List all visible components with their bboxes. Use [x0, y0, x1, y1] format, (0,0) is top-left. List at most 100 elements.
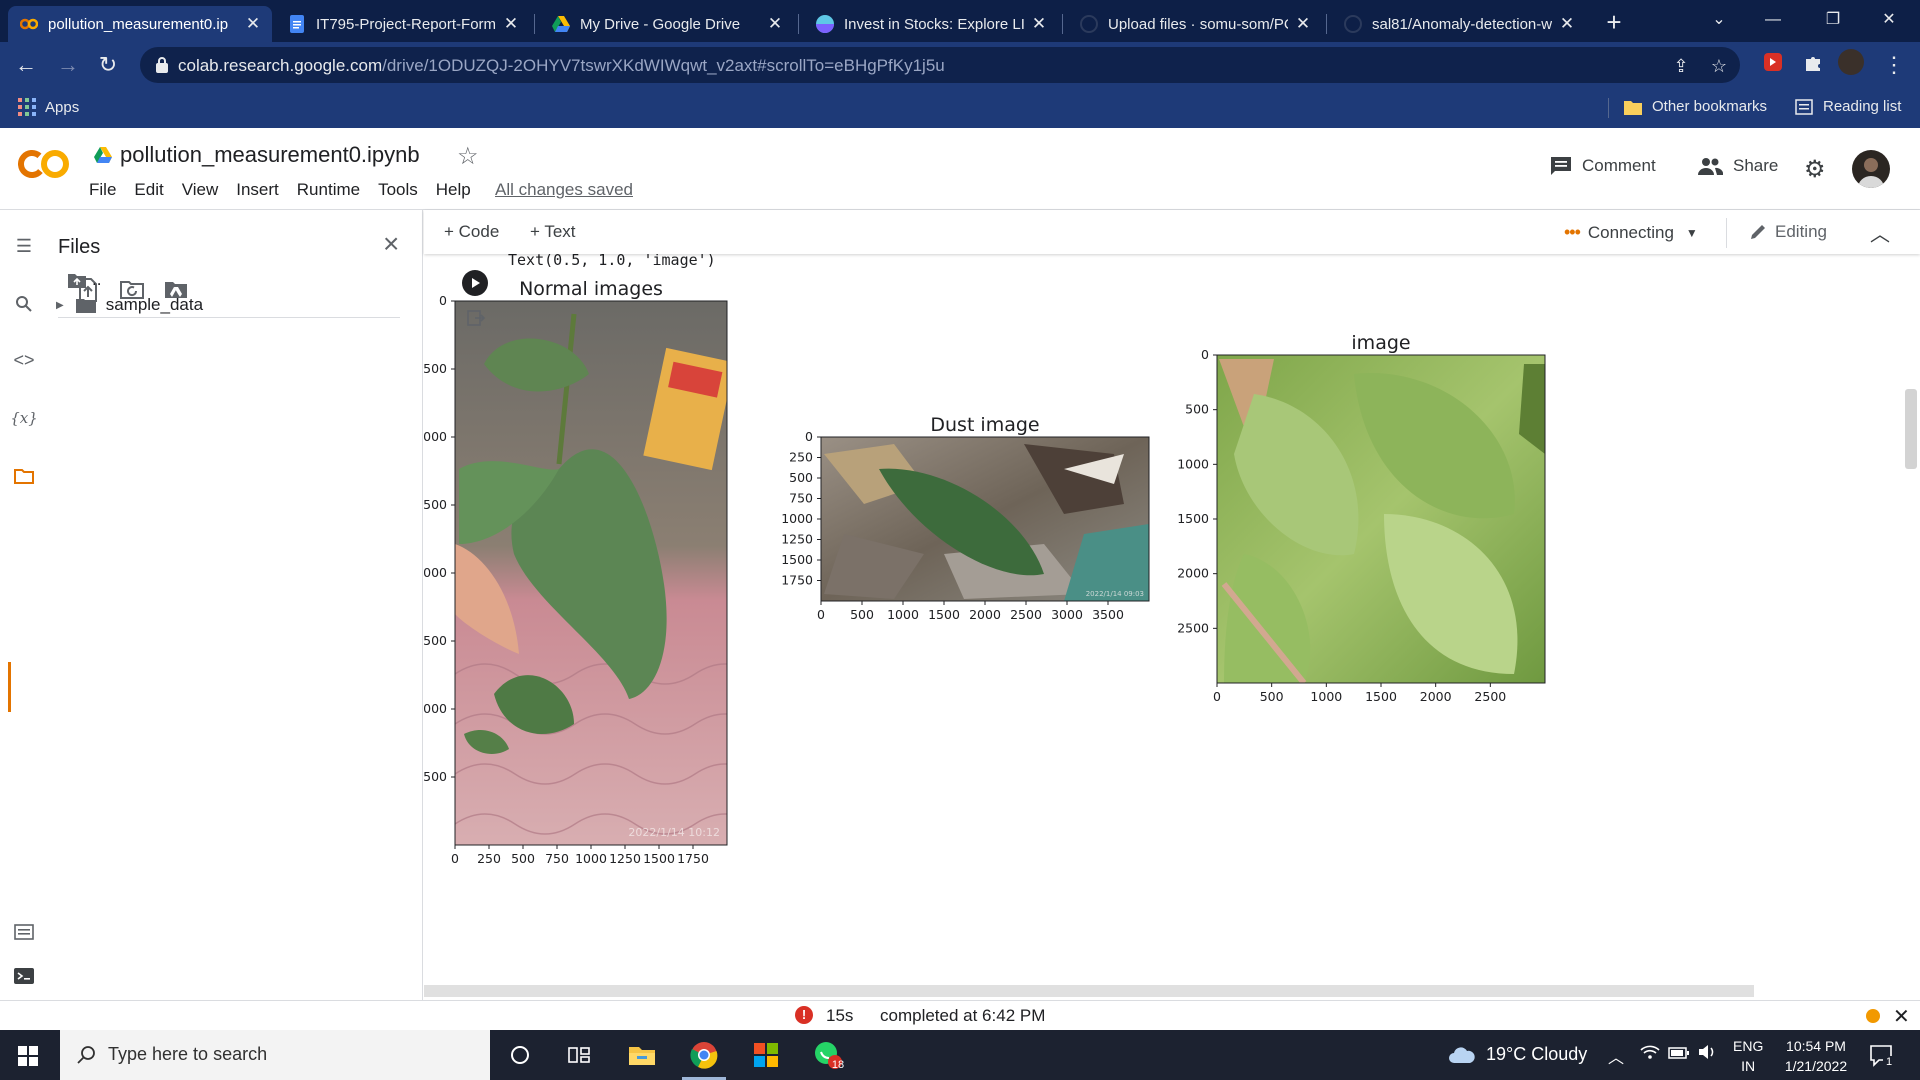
command-palette-icon[interactable]	[10, 918, 38, 946]
chevron-right-icon[interactable]: ▶	[56, 300, 64, 311]
folder-up-icon	[68, 274, 86, 288]
reload-icon[interactable]: ↻	[92, 49, 124, 81]
restore-icon[interactable]: ❐	[1810, 0, 1856, 42]
add-text-button[interactable]: + Text	[530, 222, 576, 242]
region-code: IN	[1741, 1058, 1756, 1074]
menu-help[interactable]: Help	[436, 180, 471, 200]
menu-tools[interactable]: Tools	[378, 180, 418, 200]
code-snippets-icon[interactable]: <>	[10, 346, 38, 374]
terminal-icon[interactable]	[10, 962, 38, 990]
x-tick-label: 1500	[643, 851, 675, 866]
file-row-parent[interactable]: ..	[68, 270, 101, 290]
chrome-taskbar-icon[interactable]	[676, 1030, 732, 1080]
error-icon[interactable]: !	[795, 1006, 813, 1024]
table-of-contents-icon[interactable]: ☰	[10, 232, 38, 260]
runtime-connection-button[interactable]: ••• Connecting ▼	[1564, 222, 1698, 243]
add-code-button[interactable]: + Code	[444, 222, 499, 242]
y-tick-label: 500	[424, 361, 447, 376]
browser-tab-docs[interactable]: IT795-Project-Report-Form ✕	[276, 6, 530, 42]
close-tab-icon[interactable]: ✕	[244, 14, 262, 34]
battery-icon[interactable]	[1668, 1044, 1690, 1065]
forward-icon[interactable]: →	[52, 49, 84, 81]
star-icon[interactable]: ☆	[457, 142, 479, 171]
system-clock[interactable]: 10:54 PM 1/21/2022	[1773, 1036, 1859, 1076]
close-window-icon[interactable]: ✕	[1866, 0, 1912, 42]
share-button[interactable]: Share	[1697, 156, 1778, 176]
search-icon[interactable]	[10, 290, 38, 318]
gear-icon[interactable]: ⚙	[1804, 155, 1826, 184]
menu-file[interactable]: File	[89, 180, 116, 200]
run-cell-button[interactable]	[462, 270, 488, 296]
browser-tab-colab[interactable]: pollution_measurement0.ip ✕	[8, 6, 272, 42]
windows-start-icon[interactable]	[18, 1046, 38, 1066]
vertical-scrollbar[interactable]	[1905, 389, 1917, 469]
y-tick-label: 2500	[1177, 620, 1209, 635]
bookmark-other[interactable]: Other bookmarks	[1624, 98, 1767, 115]
image-watermark: 2022/1/14 10:12	[628, 826, 720, 839]
browser-tab-github-anomaly[interactable]: sal81/Anomaly-detection-w ✕	[1332, 6, 1586, 42]
close-icon[interactable]: ✕	[1893, 1004, 1910, 1029]
x-tick-label: 0	[1213, 689, 1221, 704]
close-tab-icon[interactable]: ✕	[1294, 14, 1312, 34]
menu-runtime[interactable]: Runtime	[297, 180, 360, 200]
extension-red-icon[interactable]	[1760, 49, 1786, 75]
menu-view[interactable]: View	[182, 180, 219, 200]
weather-widget[interactable]: 19°C Cloudy	[1448, 1044, 1587, 1065]
y-tick-label: 1250	[781, 532, 813, 547]
show-hidden-icons[interactable]: ︿	[1608, 1044, 1624, 1068]
share-page-icon[interactable]: ⇪	[1670, 55, 1692, 77]
task-view-icon[interactable]	[552, 1030, 608, 1080]
tab-title: My Drive - Google Drive	[580, 15, 741, 33]
file-explorer-icon[interactable]	[614, 1030, 670, 1080]
cortana-icon[interactable]	[492, 1030, 548, 1080]
folder-icon	[1624, 100, 1642, 115]
browser-tab-stocks[interactable]: Invest in Stocks: Explore LIV ✕	[804, 6, 1058, 42]
collapse-header-icon[interactable]: ︿	[1870, 218, 1890, 247]
reading-list[interactable]: Reading list	[1795, 98, 1901, 115]
bookmark-apps[interactable]: Apps	[18, 98, 79, 116]
close-tab-icon[interactable]: ✕	[1030, 14, 1048, 34]
close-tab-icon[interactable]: ✕	[502, 14, 520, 34]
tab-search-icon[interactable]: ⌄	[1696, 0, 1742, 42]
file-name: sample_data	[105, 295, 204, 314]
output-actions-icon[interactable]	[466, 308, 486, 328]
close-tab-icon[interactable]: ✕	[1558, 14, 1576, 34]
avatar[interactable]	[1852, 150, 1890, 188]
horizontal-scrollbar[interactable]	[424, 985, 1754, 997]
wifi-icon[interactable]	[1640, 1044, 1660, 1065]
minimize-icon[interactable]: —	[1750, 0, 1796, 42]
puzzle-icon[interactable]	[1800, 49, 1826, 75]
notification-center-icon[interactable]: 1	[1868, 1042, 1896, 1070]
address-bar[interactable]: colab.research.google.com/drive/1ODUZQJ-…	[140, 47, 1740, 83]
back-icon[interactable]: ←	[10, 49, 42, 81]
save-status[interactable]: All changes saved	[495, 180, 633, 200]
notebook-title-text: pollution_measurement0.ipynb	[120, 142, 420, 167]
new-tab-button[interactable]: +	[1598, 6, 1630, 38]
profile-avatar[interactable]	[1838, 49, 1864, 75]
bookmark-star-icon[interactable]: ☆	[1708, 55, 1730, 77]
notebook-title[interactable]: pollution_measurement0.ipynb	[94, 142, 420, 168]
file-row-sample-data[interactable]: ▶ sample_data	[56, 295, 203, 315]
reading-list-icon	[1795, 98, 1813, 115]
menu-edit[interactable]: Edit	[134, 180, 163, 200]
language-indicator[interactable]: ENG IN	[1733, 1036, 1763, 1076]
browser-tab-drive[interactable]: My Drive - Google Drive ✕	[540, 6, 794, 42]
close-icon[interactable]: ×	[383, 228, 399, 260]
windows-taskbar: Type here to search 18 19°C Cloudy ︿ ENG…	[0, 1030, 1920, 1080]
comment-button[interactable]: Comment	[1550, 156, 1656, 176]
y-tick-label: 1500	[1177, 511, 1209, 526]
folder-icon[interactable]	[10, 462, 38, 490]
variables-icon[interactable]: {x}	[10, 404, 38, 432]
close-tab-icon[interactable]: ✕	[766, 14, 784, 34]
colab-logo[interactable]	[18, 148, 70, 180]
whatsapp-icon[interactable]: 18	[800, 1030, 856, 1080]
volume-icon[interactable]	[1697, 1044, 1717, 1065]
browser-tab-github-upload[interactable]: Upload files · somu-som/PC ✕	[1068, 6, 1322, 42]
y-tick-label: 1500	[424, 497, 447, 512]
x-tick-label: 2000	[1420, 689, 1452, 704]
chrome-menu-icon[interactable]: ⋮	[1878, 49, 1910, 81]
editing-mode-button[interactable]: Editing	[1749, 222, 1827, 242]
taskbar-search[interactable]: Type here to search	[60, 1030, 490, 1080]
office-app-icon[interactable]	[738, 1030, 794, 1080]
menu-insert[interactable]: Insert	[236, 180, 279, 200]
